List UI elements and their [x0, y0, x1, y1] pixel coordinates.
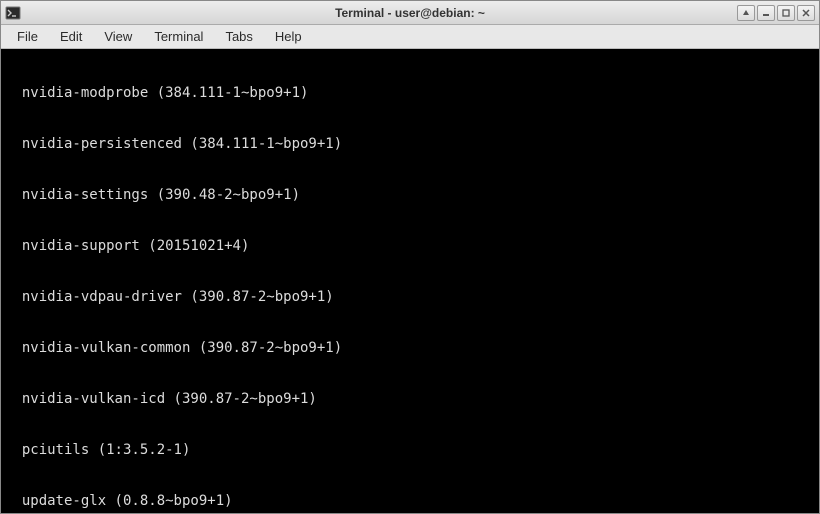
- package-line: nvidia-vulkan-common (390.87-2~bpo9+1): [5, 340, 815, 357]
- package-line: nvidia-persistenced (384.111-1~bpo9+1): [5, 136, 815, 153]
- terminal-viewport[interactable]: nvidia-modprobe (384.111-1~bpo9+1) nvidi…: [1, 49, 819, 513]
- always-on-top-button[interactable]: [737, 5, 755, 21]
- package-line: nvidia-modprobe (384.111-1~bpo9+1): [5, 85, 815, 102]
- maximize-button[interactable]: [777, 5, 795, 21]
- close-button[interactable]: [797, 5, 815, 21]
- package-line: nvidia-settings (390.48-2~bpo9+1): [5, 187, 815, 204]
- window-titlebar: Terminal - user@debian: ~: [1, 1, 819, 25]
- window-title: Terminal - user@debian: ~: [335, 6, 485, 20]
- terminal-app-icon: [5, 5, 21, 21]
- menu-view[interactable]: View: [94, 27, 142, 46]
- menu-tabs[interactable]: Tabs: [215, 27, 262, 46]
- menu-help[interactable]: Help: [265, 27, 312, 46]
- window-controls: [737, 5, 815, 21]
- menu-terminal[interactable]: Terminal: [144, 27, 213, 46]
- package-line: nvidia-vdpau-driver (390.87-2~bpo9+1): [5, 289, 815, 306]
- package-line: update-glx (0.8.8~bpo9+1): [5, 493, 815, 510]
- menu-edit[interactable]: Edit: [50, 27, 92, 46]
- package-line: nvidia-support (20151021+4): [5, 238, 815, 255]
- package-line: nvidia-vulkan-icd (390.87-2~bpo9+1): [5, 391, 815, 408]
- menu-file[interactable]: File: [7, 27, 48, 46]
- menu-bar: File Edit View Terminal Tabs Help: [1, 25, 819, 49]
- package-line: pciutils (1:3.5.2-1): [5, 442, 815, 459]
- minimize-button[interactable]: [757, 5, 775, 21]
